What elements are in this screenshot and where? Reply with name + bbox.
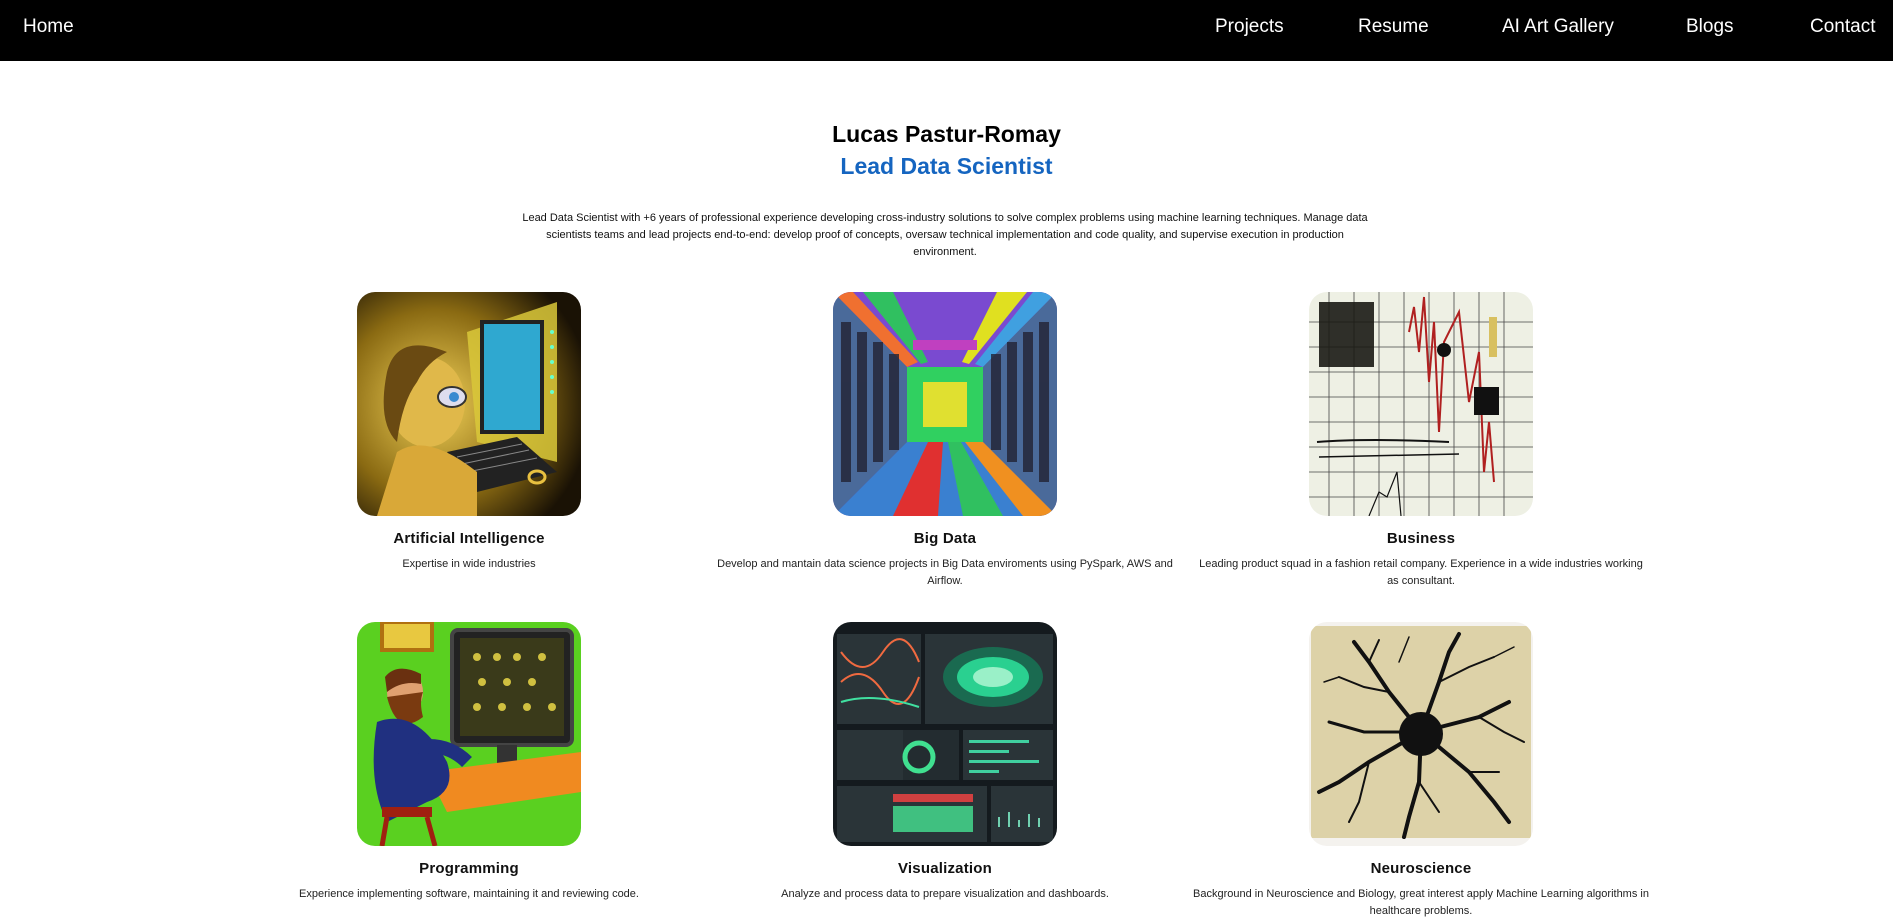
nav-resume-link[interactable]: Resume xyxy=(1358,16,1429,38)
card-title: Business xyxy=(1386,530,1456,547)
dashboard-image xyxy=(833,622,1057,846)
profile-role: Lead Data Scientist xyxy=(840,153,1053,179)
server-corridor-image xyxy=(833,292,1057,516)
nav-contact-link[interactable]: Contact xyxy=(1810,16,1875,38)
card-description: Analyze and process data to prepare visu… xyxy=(781,888,1109,900)
card-description: Experience implementing software, mainta… xyxy=(299,888,639,900)
neuron-drawing-image xyxy=(1309,622,1533,846)
hero-header: Lucas Pastur-Romay Lead Data Scientist xyxy=(0,120,1893,180)
card-title: Visualization xyxy=(897,860,992,877)
card-description: Develop and mantain data science project… xyxy=(717,558,1173,587)
programmer-painting-image xyxy=(357,622,581,846)
nav-ai-art-gallery-link[interactable]: AI Art Gallery xyxy=(1502,16,1614,38)
card-title: Big Data xyxy=(913,530,977,547)
nav-home-link[interactable]: Home xyxy=(23,16,74,38)
profile-name: Lucas Pastur-Romay xyxy=(832,121,1061,147)
grid-chart-sketch-image xyxy=(1309,292,1533,516)
nav-projects-link[interactable]: Projects xyxy=(1215,16,1284,38)
skill-card-programming: Programming Experience implementing soft… xyxy=(234,622,704,903)
card-title: Neuroscience xyxy=(1370,860,1472,877)
skill-card-big-data: Big Data Develop and mantain data scienc… xyxy=(710,292,1180,590)
card-title: Artificial Intelligence xyxy=(393,530,545,547)
card-title: Programming xyxy=(419,860,519,877)
skill-card-artificial-intelligence: Artificial Intelligence Expertise in wid… xyxy=(234,292,704,573)
card-description: Expertise in wide industries xyxy=(402,558,536,570)
nav-blogs-link[interactable]: Blogs xyxy=(1686,16,1734,38)
skill-card-business: Business Leading product squad in a fash… xyxy=(1186,292,1656,590)
top-navbar: Home Projects Resume AI Art Gallery Blog… xyxy=(0,0,1893,61)
card-description: Background in Neuroscience and Biology, … xyxy=(1193,888,1649,917)
ai-portrait-image xyxy=(357,292,581,516)
profile-intro: Lead Data Scientist with +6 years of pro… xyxy=(522,212,1368,258)
skill-card-visualization: Visualization Analyze and process data t… xyxy=(710,622,1180,903)
skill-card-neuroscience: Neuroscience Background in Neuroscience … xyxy=(1186,622,1656,920)
card-description: Leading product squad in a fashion retai… xyxy=(1199,558,1643,587)
